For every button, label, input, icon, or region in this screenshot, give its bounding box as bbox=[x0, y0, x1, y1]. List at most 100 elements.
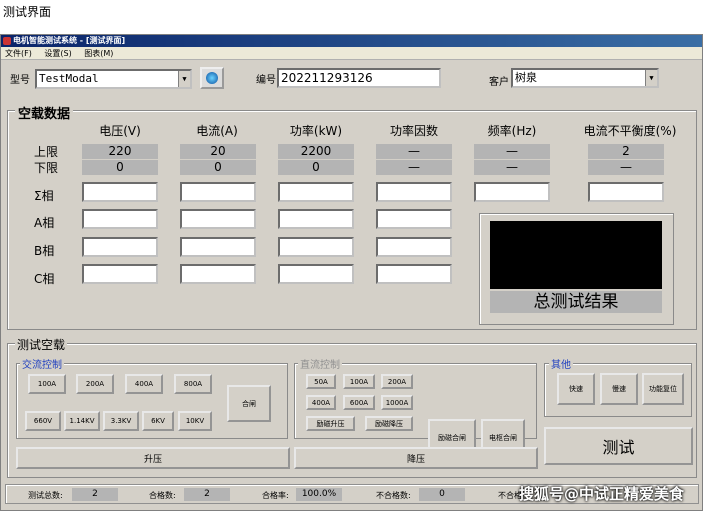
connect-button[interactable] bbox=[200, 67, 224, 89]
fail-count-value: 0 bbox=[419, 488, 465, 501]
sigma-voltage-field bbox=[82, 182, 158, 202]
lower-voltage: 0 bbox=[82, 160, 158, 175]
menu-chart[interactable]: 图表(M) bbox=[84, 49, 113, 58]
pass-rate-label: 合格率: bbox=[262, 491, 289, 500]
raise-button[interactable]: 升压 bbox=[16, 447, 290, 469]
test-button[interactable]: 测试 bbox=[544, 427, 693, 465]
other-title: 其他 bbox=[549, 356, 573, 371]
col-voltage: 电压(V) bbox=[99, 124, 141, 138]
a-power-field bbox=[278, 209, 354, 229]
lower-frequency: — bbox=[474, 160, 550, 175]
ac-10kv-button[interactable]: 10KV bbox=[178, 411, 212, 431]
app-icon bbox=[3, 37, 11, 45]
title-bar: 电机智能测试系统 - [测试界面] bbox=[1, 35, 702, 47]
ac-100a-button[interactable]: 100A bbox=[28, 374, 66, 394]
upper-frequency: — bbox=[474, 144, 550, 159]
ac-400a-button[interactable]: 400A bbox=[125, 374, 163, 394]
upper-power: 2200 bbox=[278, 144, 354, 159]
col-power: 功率(kW) bbox=[289, 124, 343, 138]
col-imbalance: 电流不平衡度(%) bbox=[583, 124, 677, 138]
b-voltage-field bbox=[82, 237, 158, 257]
total-result-label: 总测试结果 bbox=[490, 291, 662, 313]
pass-rate-value: 100.0% bbox=[296, 488, 342, 501]
dc-600a-button[interactable]: 600A bbox=[343, 395, 375, 410]
serial-field[interactable]: 202211293126 bbox=[277, 68, 441, 88]
sigma-current-field bbox=[180, 182, 256, 202]
page-caption: 测试界面 bbox=[3, 5, 52, 19]
ac-control-title: 交流控制 bbox=[20, 356, 64, 371]
customer-value: 树泉 bbox=[515, 71, 537, 84]
ac-6kv-button[interactable]: 6KV bbox=[142, 411, 174, 431]
app-window: 电机智能测试系统 - [测试界面] 文件(F) 设置(S) 图表(M) 型号 T… bbox=[0, 34, 703, 511]
c-current-field bbox=[180, 264, 256, 284]
c-power-field bbox=[278, 264, 354, 284]
function-reset-button[interactable]: 功能复位 bbox=[642, 373, 684, 405]
ac-800a-button[interactable]: 800A bbox=[174, 374, 212, 394]
ac-1-14kv-button[interactable]: 1.14KV bbox=[64, 411, 100, 431]
watermark: 搜狐号@中试正精爱美食 bbox=[519, 485, 685, 503]
model-label: 型号 bbox=[10, 75, 30, 86]
dc-1000a-button[interactable]: 1000A bbox=[381, 395, 413, 410]
dc-50a-button[interactable]: 50A bbox=[306, 374, 336, 389]
a-current-field bbox=[180, 209, 256, 229]
serial-label: 编号 bbox=[256, 75, 276, 86]
model-select[interactable]: TestModal ▼ bbox=[35, 69, 192, 89]
chevron-down-icon[interactable]: ▼ bbox=[645, 70, 657, 86]
row-label-sigma: Σ相 bbox=[34, 189, 54, 203]
row-label-a: A相 bbox=[34, 216, 55, 230]
row-label-c: C相 bbox=[34, 272, 55, 286]
chevron-down-icon[interactable]: ▼ bbox=[178, 71, 190, 87]
upper-voltage: 220 bbox=[82, 144, 158, 159]
b-pf-field bbox=[376, 237, 452, 257]
ac-660v-button[interactable]: 660V bbox=[25, 411, 61, 431]
fail-count-label: 不合格数: bbox=[376, 491, 411, 500]
a-voltage-field bbox=[82, 209, 158, 229]
excite-lower-button[interactable]: 励磁降压 bbox=[365, 416, 413, 431]
fast-button[interactable]: 快速 bbox=[557, 373, 595, 405]
upper-imbalance: 2 bbox=[588, 144, 664, 159]
globe-icon bbox=[206, 72, 218, 84]
col-frequency: 频率(Hz) bbox=[487, 124, 537, 138]
model-value: TestModal bbox=[39, 72, 99, 85]
slow-button[interactable]: 慢速 bbox=[600, 373, 638, 405]
pass-count-value: 2 bbox=[184, 488, 230, 501]
upper-power-factor: — bbox=[376, 144, 452, 159]
lower-imbalance: — bbox=[588, 160, 664, 175]
dc-200a-button[interactable]: 200A bbox=[381, 374, 413, 389]
dc-100a-button[interactable]: 100A bbox=[343, 374, 375, 389]
menu-settings[interactable]: 设置(S) bbox=[44, 49, 71, 58]
col-current: 电流(A) bbox=[196, 124, 238, 138]
c-pf-field bbox=[376, 264, 452, 284]
a-pf-field bbox=[376, 209, 452, 229]
sigma-power-field bbox=[278, 182, 354, 202]
lower-limit-label: 下限 bbox=[34, 161, 59, 175]
lower-current: 0 bbox=[180, 160, 256, 175]
lower-power: 0 bbox=[278, 160, 354, 175]
sigma-imbalance-field bbox=[588, 182, 664, 202]
b-power-field bbox=[278, 237, 354, 257]
c-voltage-field bbox=[82, 264, 158, 284]
lower-power-factor: — bbox=[376, 160, 452, 175]
ac-3-3kv-button[interactable]: 3.3KV bbox=[103, 411, 139, 431]
excite-raise-button[interactable]: 励磁升压 bbox=[306, 416, 355, 431]
upper-current: 20 bbox=[180, 144, 256, 159]
lower-button[interactable]: 降压 bbox=[294, 447, 538, 469]
sigma-frequency-field bbox=[474, 182, 550, 202]
test-group-title: 测试空载 bbox=[15, 336, 68, 353]
ac-200a-button[interactable]: 200A bbox=[76, 374, 114, 394]
result-display bbox=[490, 221, 662, 289]
total-count-label: 测试总数: bbox=[28, 491, 63, 500]
ac-close-button[interactable]: 合闸 bbox=[227, 385, 271, 422]
dc-control-title: 直流控制 bbox=[298, 356, 342, 371]
dc-400a-button[interactable]: 400A bbox=[306, 395, 336, 410]
total-count-value: 2 bbox=[72, 488, 118, 501]
window-title: 电机智能测试系统 - [测试界面] bbox=[13, 36, 126, 45]
no-load-title: 空载数据 bbox=[15, 103, 74, 122]
customer-select[interactable]: 树泉 ▼ bbox=[511, 68, 659, 88]
upper-limit-label: 上限 bbox=[34, 145, 59, 159]
menu-bar: 文件(F) 设置(S) 图表(M) bbox=[1, 47, 702, 60]
menu-file[interactable]: 文件(F) bbox=[5, 49, 32, 58]
b-current-field bbox=[180, 237, 256, 257]
customer-label: 客户 bbox=[489, 77, 509, 88]
col-power-factor: 功率因数 bbox=[389, 124, 438, 138]
